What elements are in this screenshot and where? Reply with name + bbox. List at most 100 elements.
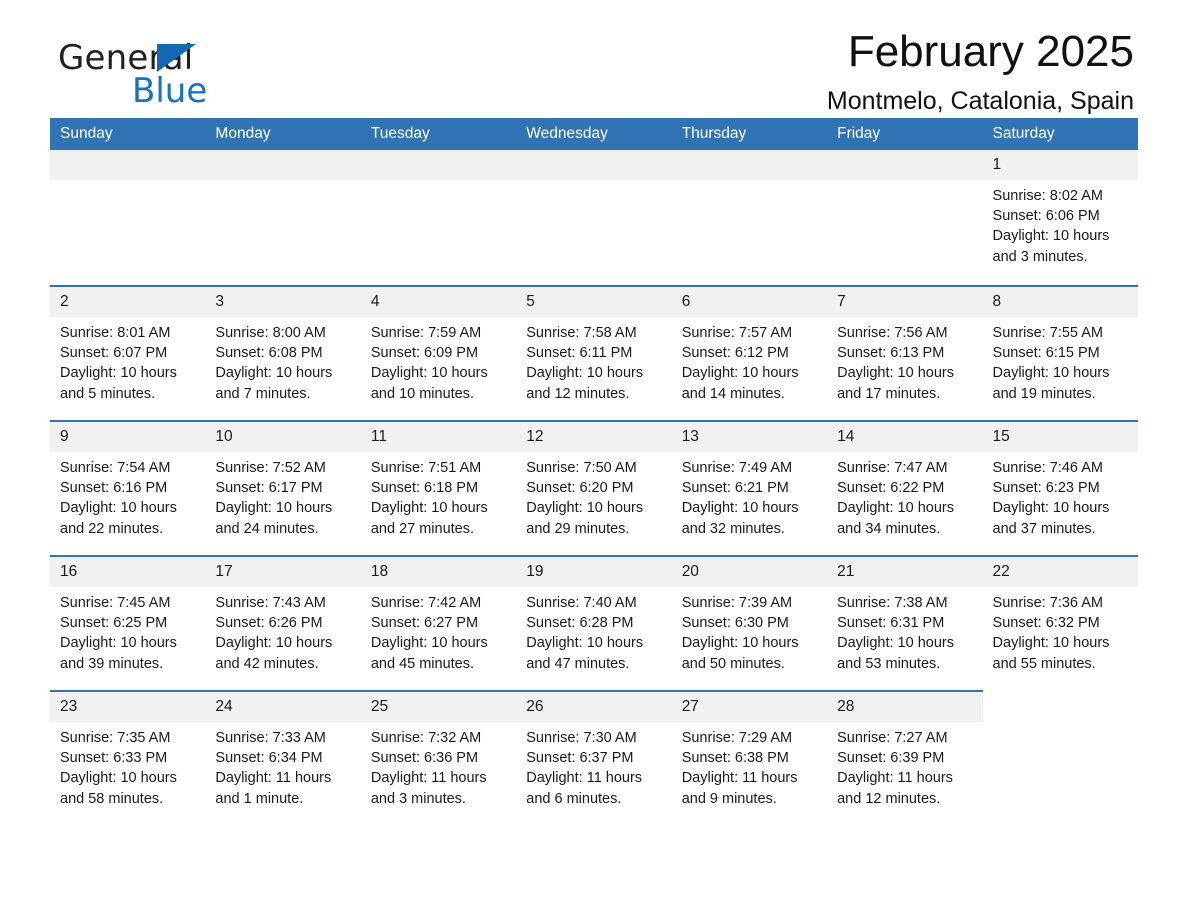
page-header: General Blue February 2025 Montmelo, Cat… [50,0,1138,118]
day-number: 25 [360,692,517,722]
day-number: 7 [827,287,983,317]
day-details: Sunrise: 7:45 AM Sunset: 6:25 PM Daylight:… [50,587,205,674]
sunset-text: Sunset: 6:28 PM [526,615,634,632]
calendar-day-cell[interactable]: 7 Sunrise: 7:56 AM Sunset: 6:13 PM Daylight… [827,285,983,421]
calendar-day-cell[interactable]: 23 Sunrise: 7:35 AM Sunset: 6:33 PM Dayligh… [50,690,206,825]
calendar-page: General Blue February 2025 Montmelo, Cat… [0,0,1188,918]
page-title: February 2025 [847,27,1134,76]
day-details: Sunrise: 7:51 AM Sunset: 6:18 PM Daylight:… [361,452,516,539]
day-details: Sunrise: 7:32 AM Sunset: 6:36 PM Daylight:… [361,722,516,809]
generalblue-logo[interactable]: General Blue [58,38,258,111]
calendar-day-cell[interactable]: 14 Sunrise: 7:47 AM Sunset: 6:22 PM Dayligh… [827,420,983,556]
daylight-text: Daylight: 10 hours and 45 minutes. [370,635,488,672]
daylight-text: Daylight: 10 hours and 34 minutes. [837,500,954,537]
calendar-day-cell[interactable]: 27 Sunrise: 7:29 AM Sunset: 6:38 PM Dayligh… [671,690,828,825]
calendar-day-cell[interactable]: 10 Sunrise: 7:52 AM Sunset: 6:17 PM Dayligh… [205,420,361,556]
calendar-day-cell[interactable]: 15 Sunrise: 7:46 AM Sunset: 6:23 PM Dayligh… [982,420,1138,556]
calendar-day-cell[interactable]: 21 Sunrise: 7:38 AM Sunset: 6:31 PM Dayligh… [827,555,983,691]
daylight-text: Daylight: 10 hours and 58 minutes. [60,770,177,807]
sunset-text: Sunset: 6:09 PM [370,345,479,362]
calendar-day-cell[interactable]: 12 Sunrise: 7:50 AM Sunset: 6:20 PM Dayligh… [516,420,672,556]
calendar-day-cell[interactable]: 22 Sunrise: 7:36 AM Sunset: 6:32 PM Dayligh… [982,555,1138,691]
calendar-day-cell[interactable]: 2 Sunrise: 8:01 AM Sunset: 6:07 PM Daylight… [50,285,206,421]
calendar-day-cell[interactable]: 28 Sunrise: 7:27 AM Sunset: 6:39 PM Dayligh… [827,690,983,825]
sunrise-text: Sunrise: 7:46 AM [992,460,1103,476]
day-details: Sunrise: 7:27 AM Sunset: 6:39 PM Daylight:… [827,722,982,809]
day-number: 18 [360,557,517,587]
calendar-day-cell[interactable]: 8 Sunrise: 7:55 AM Sunset: 6:15 PM Daylight… [982,285,1138,421]
calendar-day-cell[interactable]: 4 Sunrise: 7:59 AM Sunset: 6:09 PM Daylight… [360,285,517,421]
day-details: Sunrise: 8:01 AM Sunset: 6:07 PM Daylight:… [50,317,205,404]
weekday-header-wednesday: Wednesday [516,118,672,150]
calendar-day-cell[interactable]: 11 Sunrise: 7:51 AM Sunset: 6:18 PM Dayligh… [360,420,517,556]
daylight-text: Daylight: 10 hours and 24 minutes. [215,500,333,537]
daylight-text: Daylight: 10 hours and 32 minutes. [681,500,799,537]
sunset-text: Sunset: 6:32 PM [992,615,1100,632]
sunrise-text: Sunrise: 7:36 AM [992,595,1103,611]
calendar-day-cell[interactable]: 3 Sunrise: 8:00 AM Sunset: 6:08 PM Daylight… [205,285,361,421]
calendar-week-row: 16 Sunrise: 7:45 AM Sunset: 6:25 PM Dayligh… [50,555,1138,691]
day-number: 9 [50,422,206,452]
calendar-day-cell[interactable]: 17 Sunrise: 7:43 AM Sunset: 6:26 PM Dayligh… [205,555,361,691]
sunset-text: Sunset: 6:36 PM [370,750,479,767]
day-details: Sunrise: 7:52 AM Sunset: 6:17 PM Daylight:… [205,452,360,539]
sunrise-text: Sunrise: 7:51 AM [370,460,482,476]
day-number: 28 [827,692,983,722]
day-number [205,150,361,180]
daylight-text: Daylight: 10 hours and 10 minutes. [370,365,488,402]
sunset-text: Sunset: 6:21 PM [681,480,789,497]
sunrise-text: Sunrise: 7:52 AM [215,460,326,476]
calendar-day-cell[interactable]: 9 Sunrise: 7:54 AM Sunset: 6:16 PM Daylight… [50,420,206,556]
day-details: Sunrise: 7:40 AM Sunset: 6:28 PM Daylight:… [516,587,671,674]
calendar-day-cell-empty [827,150,983,286]
day-details: Sunrise: 7:29 AM Sunset: 6:38 PM Daylight:… [672,722,827,809]
calendar-day-cell[interactable]: 16 Sunrise: 7:45 AM Sunset: 6:25 PM Dayligh… [50,555,206,691]
calendar-week-row: 9 Sunrise: 7:54 AM Sunset: 6:16 PM Daylight… [50,420,1138,556]
day-details: Sunrise: 7:35 AM Sunset: 6:33 PM Daylight:… [50,722,205,809]
weekday-header-tuesday: Tuesday [360,118,517,150]
sunset-text: Sunset: 6:06 PM [992,208,1100,225]
calendar-day-cell[interactable]: 1 Sunrise: 8:02 AM Sunset: 6:06 PM Daylight… [982,150,1138,286]
sunrise-text: Sunrise: 7:42 AM [370,595,482,611]
calendar-day-cell[interactable]: 25 Sunrise: 7:32 AM Sunset: 6:36 PM Dayligh… [360,690,517,825]
day-number [360,150,517,180]
day-number: 14 [827,422,983,452]
day-number: 19 [516,557,672,587]
day-number: 15 [982,422,1138,452]
daylight-text: Daylight: 10 hours and 42 minutes. [215,635,333,672]
day-number: 5 [516,287,672,317]
day-number: 12 [516,422,672,452]
calendar-day-cell-empty [982,691,1138,825]
day-details: Sunrise: 7:42 AM Sunset: 6:27 PM Daylight:… [361,587,516,674]
day-number: 10 [205,422,361,452]
daylight-text: Daylight: 10 hours and 47 minutes. [526,635,644,672]
calendar-day-cell[interactable]: 6 Sunrise: 7:57 AM Sunset: 6:12 PM Daylight… [671,285,828,421]
daylight-text: Daylight: 11 hours and 12 minutes. [837,770,953,807]
calendar-day-cell[interactable]: 19 Sunrise: 7:40 AM Sunset: 6:28 PM Dayligh… [516,555,672,691]
calendar-day-cell[interactable]: 24 Sunrise: 7:33 AM Sunset: 6:34 PM Dayligh… [205,690,361,825]
sunset-text: Sunset: 6:39 PM [837,750,945,767]
day-details: Sunrise: 7:30 AM Sunset: 6:37 PM Daylight:… [516,722,671,809]
calendar-body: 1 Sunrise: 8:02 AM Sunset: 6:06 PM Daylight… [50,150,1138,825]
weekday-header-sunday: Sunday [50,118,206,150]
calendar-day-cell[interactable]: 26 Sunrise: 7:30 AM Sunset: 6:37 PM Dayligh… [516,690,672,825]
calendar-day-cell[interactable]: 5 Sunrise: 7:58 AM Sunset: 6:11 PM Daylight… [516,285,672,421]
daylight-text: Daylight: 11 hours and 3 minutes. [370,770,487,807]
sunrise-text: Sunrise: 7:57 AM [681,325,793,341]
calendar-week-row: 2 Sunrise: 8:01 AM Sunset: 6:07 PM Daylight… [50,285,1138,421]
day-number [827,150,983,180]
day-number: 22 [982,557,1138,587]
sunset-text: Sunset: 6:38 PM [681,750,789,767]
calendar-day-cell[interactable]: 13 Sunrise: 7:49 AM Sunset: 6:21 PM Dayligh… [671,420,828,556]
sunset-text: Sunset: 6:25 PM [60,615,168,632]
day-details: Sunrise: 7:36 AM Sunset: 6:32 PM Daylight:… [983,587,1138,674]
weekday-header-friday: Friday [827,118,983,150]
calendar-day-cell[interactable]: 18 Sunrise: 7:42 AM Sunset: 6:27 PM Dayligh… [360,555,517,691]
sunrise-text: Sunrise: 7:40 AM [526,595,637,611]
daylight-text: Daylight: 10 hours and 22 minutes. [60,500,177,537]
daylight-text: Daylight: 11 hours and 1 minute. [215,770,332,807]
calendar-day-cell[interactable]: 20 Sunrise: 7:39 AM Sunset: 6:30 PM Dayligh… [671,555,828,691]
sunrise-text: Sunrise: 7:56 AM [837,325,948,341]
day-details: Sunrise: 7:59 AM Sunset: 6:09 PM Daylight:… [361,317,516,404]
weekday-header-saturday: Saturday [982,118,1138,150]
